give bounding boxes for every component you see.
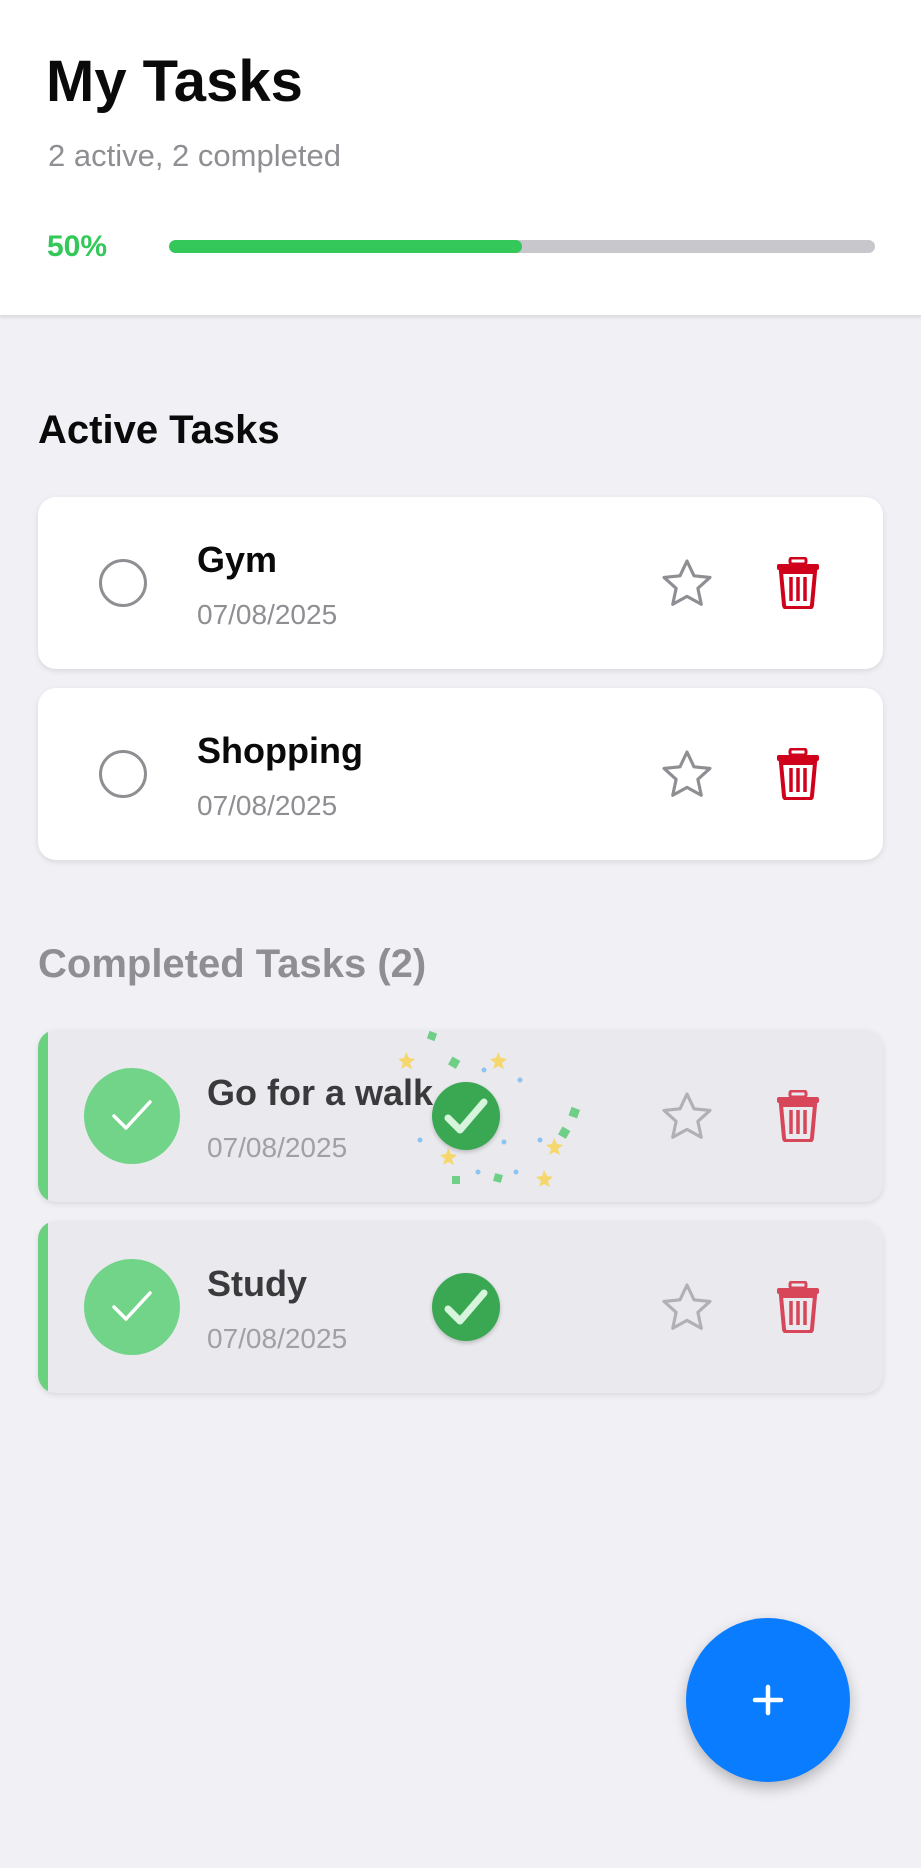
star-outline-icon[interactable] xyxy=(658,1279,716,1337)
completed-stripe xyxy=(38,1221,48,1393)
completed-checkbox[interactable] xyxy=(84,1068,180,1164)
completed-checkbox[interactable] xyxy=(84,1259,180,1355)
complete-checkbox[interactable] xyxy=(99,750,147,798)
star-outline-icon[interactable] xyxy=(658,555,716,613)
task-summary: 2 active, 2 completed xyxy=(48,138,341,173)
completed-tasks-heading: Completed Tasks (2) xyxy=(38,942,427,986)
progress-bar-fill xyxy=(169,240,522,253)
task-date: 07/08/2025 xyxy=(207,1132,348,1163)
task-card-completed[interactable]: Study 07/08/2025 xyxy=(38,1221,883,1393)
task-name: Study xyxy=(207,1263,308,1304)
active-tasks-heading: Active Tasks xyxy=(38,408,280,452)
add-task-button[interactable] xyxy=(686,1618,850,1782)
completed-stripe xyxy=(38,1030,48,1202)
task-date: 07/08/2025 xyxy=(197,599,338,630)
progress-bar xyxy=(169,240,875,253)
trash-icon[interactable] xyxy=(776,556,820,610)
progress-percent: 50% xyxy=(47,230,108,263)
task-date: 07/08/2025 xyxy=(197,790,338,821)
task-card-completed[interactable]: Go for a walk 07/08/2025 xyxy=(38,1030,883,1202)
trash-icon[interactable] xyxy=(776,747,820,801)
task-name: Shopping xyxy=(197,730,363,771)
plus-icon xyxy=(752,1684,784,1716)
trash-icon[interactable] xyxy=(776,1089,820,1143)
complete-checkbox[interactable] xyxy=(99,559,147,607)
header: My Tasks 2 active, 2 completed 50% xyxy=(0,0,921,316)
task-card-active[interactable]: Shopping 07/08/2025 xyxy=(38,688,883,860)
task-name: Gym xyxy=(197,539,278,580)
trash-icon[interactable] xyxy=(776,1280,820,1334)
completed-badge-icon xyxy=(432,1082,500,1150)
task-date: 07/08/2025 xyxy=(207,1323,348,1354)
star-outline-icon[interactable] xyxy=(658,746,716,804)
star-outline-icon[interactable] xyxy=(658,1088,716,1146)
page-title: My Tasks xyxy=(46,49,303,114)
task-card-active[interactable]: Gym 07/08/2025 xyxy=(38,497,883,669)
completed-badge-icon xyxy=(432,1273,500,1341)
